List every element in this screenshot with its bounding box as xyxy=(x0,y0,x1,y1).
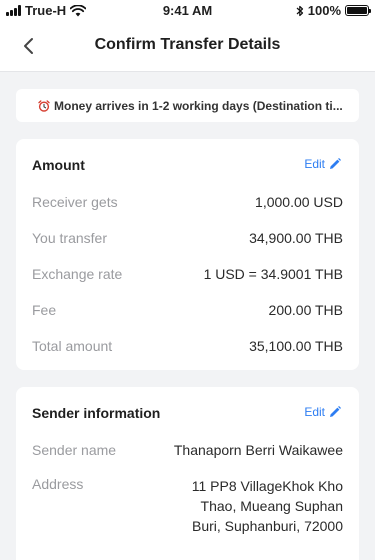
row-value: 1,000.00 USD xyxy=(255,194,343,210)
edit-amount-button[interactable]: Edit xyxy=(304,157,341,171)
amount-row-total: Total amount 35,100.00 THB xyxy=(32,338,343,354)
amount-row-you-transfer: You transfer 34,900.00 THB xyxy=(32,230,343,246)
battery-fill xyxy=(347,7,367,14)
header: Confirm Transfer Details xyxy=(0,20,375,72)
sender-name-value: Thanaporn Berri Waikawee xyxy=(173,442,343,458)
row-value: 200.00 THB xyxy=(268,302,343,318)
battery-percent: 100% xyxy=(307,3,341,18)
sender-card: Sender information Edit Sender name Than… xyxy=(16,387,359,560)
pencil-icon xyxy=(330,406,341,417)
amount-row-fee: Fee 200.00 THB xyxy=(32,302,343,318)
battery-icon xyxy=(345,5,371,16)
amount-card: Amount Edit Receiver gets 1,000.00 USD Y… xyxy=(16,139,359,370)
edit-sender-label: Edit xyxy=(304,405,325,419)
row-value: 34,900.00 THB xyxy=(249,230,343,246)
edit-sender-button[interactable]: Edit xyxy=(304,405,341,419)
bluetooth-icon xyxy=(296,5,303,16)
row-label: You transfer xyxy=(32,230,107,246)
row-label: Address xyxy=(32,476,84,492)
row-label: Receiver gets xyxy=(32,194,118,210)
amount-row-receiver-gets: Receiver gets 1,000.00 USD xyxy=(32,194,343,210)
sender-address-value: 11 PP8 VillageKhok Kho Thao, Mueang Suph… xyxy=(191,478,343,534)
sender-row-address: Address 11 PP8 VillageKhok Kho Thao, Mue… xyxy=(32,476,343,536)
notice-text: Money arrives in 1-2 working days (Desti… xyxy=(54,98,343,113)
pencil-icon xyxy=(330,158,341,169)
delivery-notice: Money arrives in 1-2 working days (Desti… xyxy=(16,89,359,122)
status-right: 100% xyxy=(296,3,371,18)
amount-row-exchange-rate: Exchange rate 1 USD = 34.9001 THB xyxy=(32,266,343,282)
row-label: Fee xyxy=(32,302,57,318)
edit-amount-label: Edit xyxy=(304,157,325,171)
row-value: 35,100.00 THB xyxy=(249,338,343,354)
page-title: Confirm Transfer Details xyxy=(94,36,281,53)
row-label: Total amount xyxy=(32,338,113,354)
alarm-clock-icon xyxy=(38,99,50,112)
row-value: 1 USD = 34.9001 THB xyxy=(203,266,343,282)
sender-row-name: Sender name Thanaporn Berri Waikawee xyxy=(32,442,343,458)
sender-card-title: Sender information xyxy=(32,405,161,421)
status-bar: True-H 9:41 AM 100% xyxy=(0,0,375,20)
row-label: Sender name xyxy=(32,442,117,458)
amount-card-title: Amount xyxy=(32,157,85,173)
row-label: Exchange rate xyxy=(32,266,123,282)
